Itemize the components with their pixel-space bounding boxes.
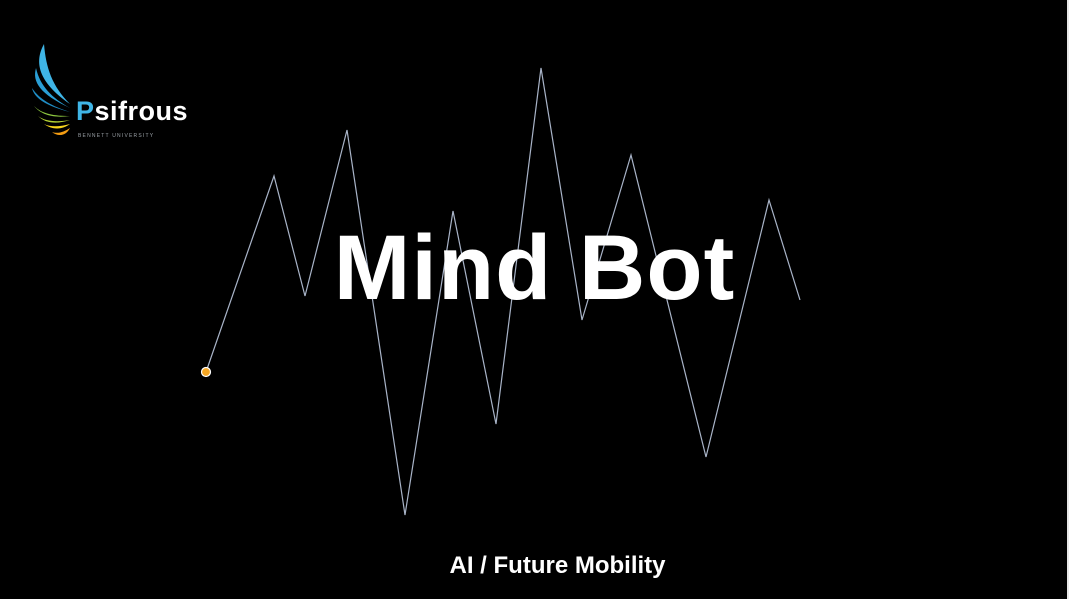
slide: Psifrous BENNETT UNIVERSITY Mind Bot AI …	[0, 0, 1069, 599]
slide-subtitle: AI / Future Mobility	[449, 552, 666, 579]
slide-title: Mind Bot	[333, 217, 736, 319]
waveform-start-dot	[200, 366, 212, 378]
